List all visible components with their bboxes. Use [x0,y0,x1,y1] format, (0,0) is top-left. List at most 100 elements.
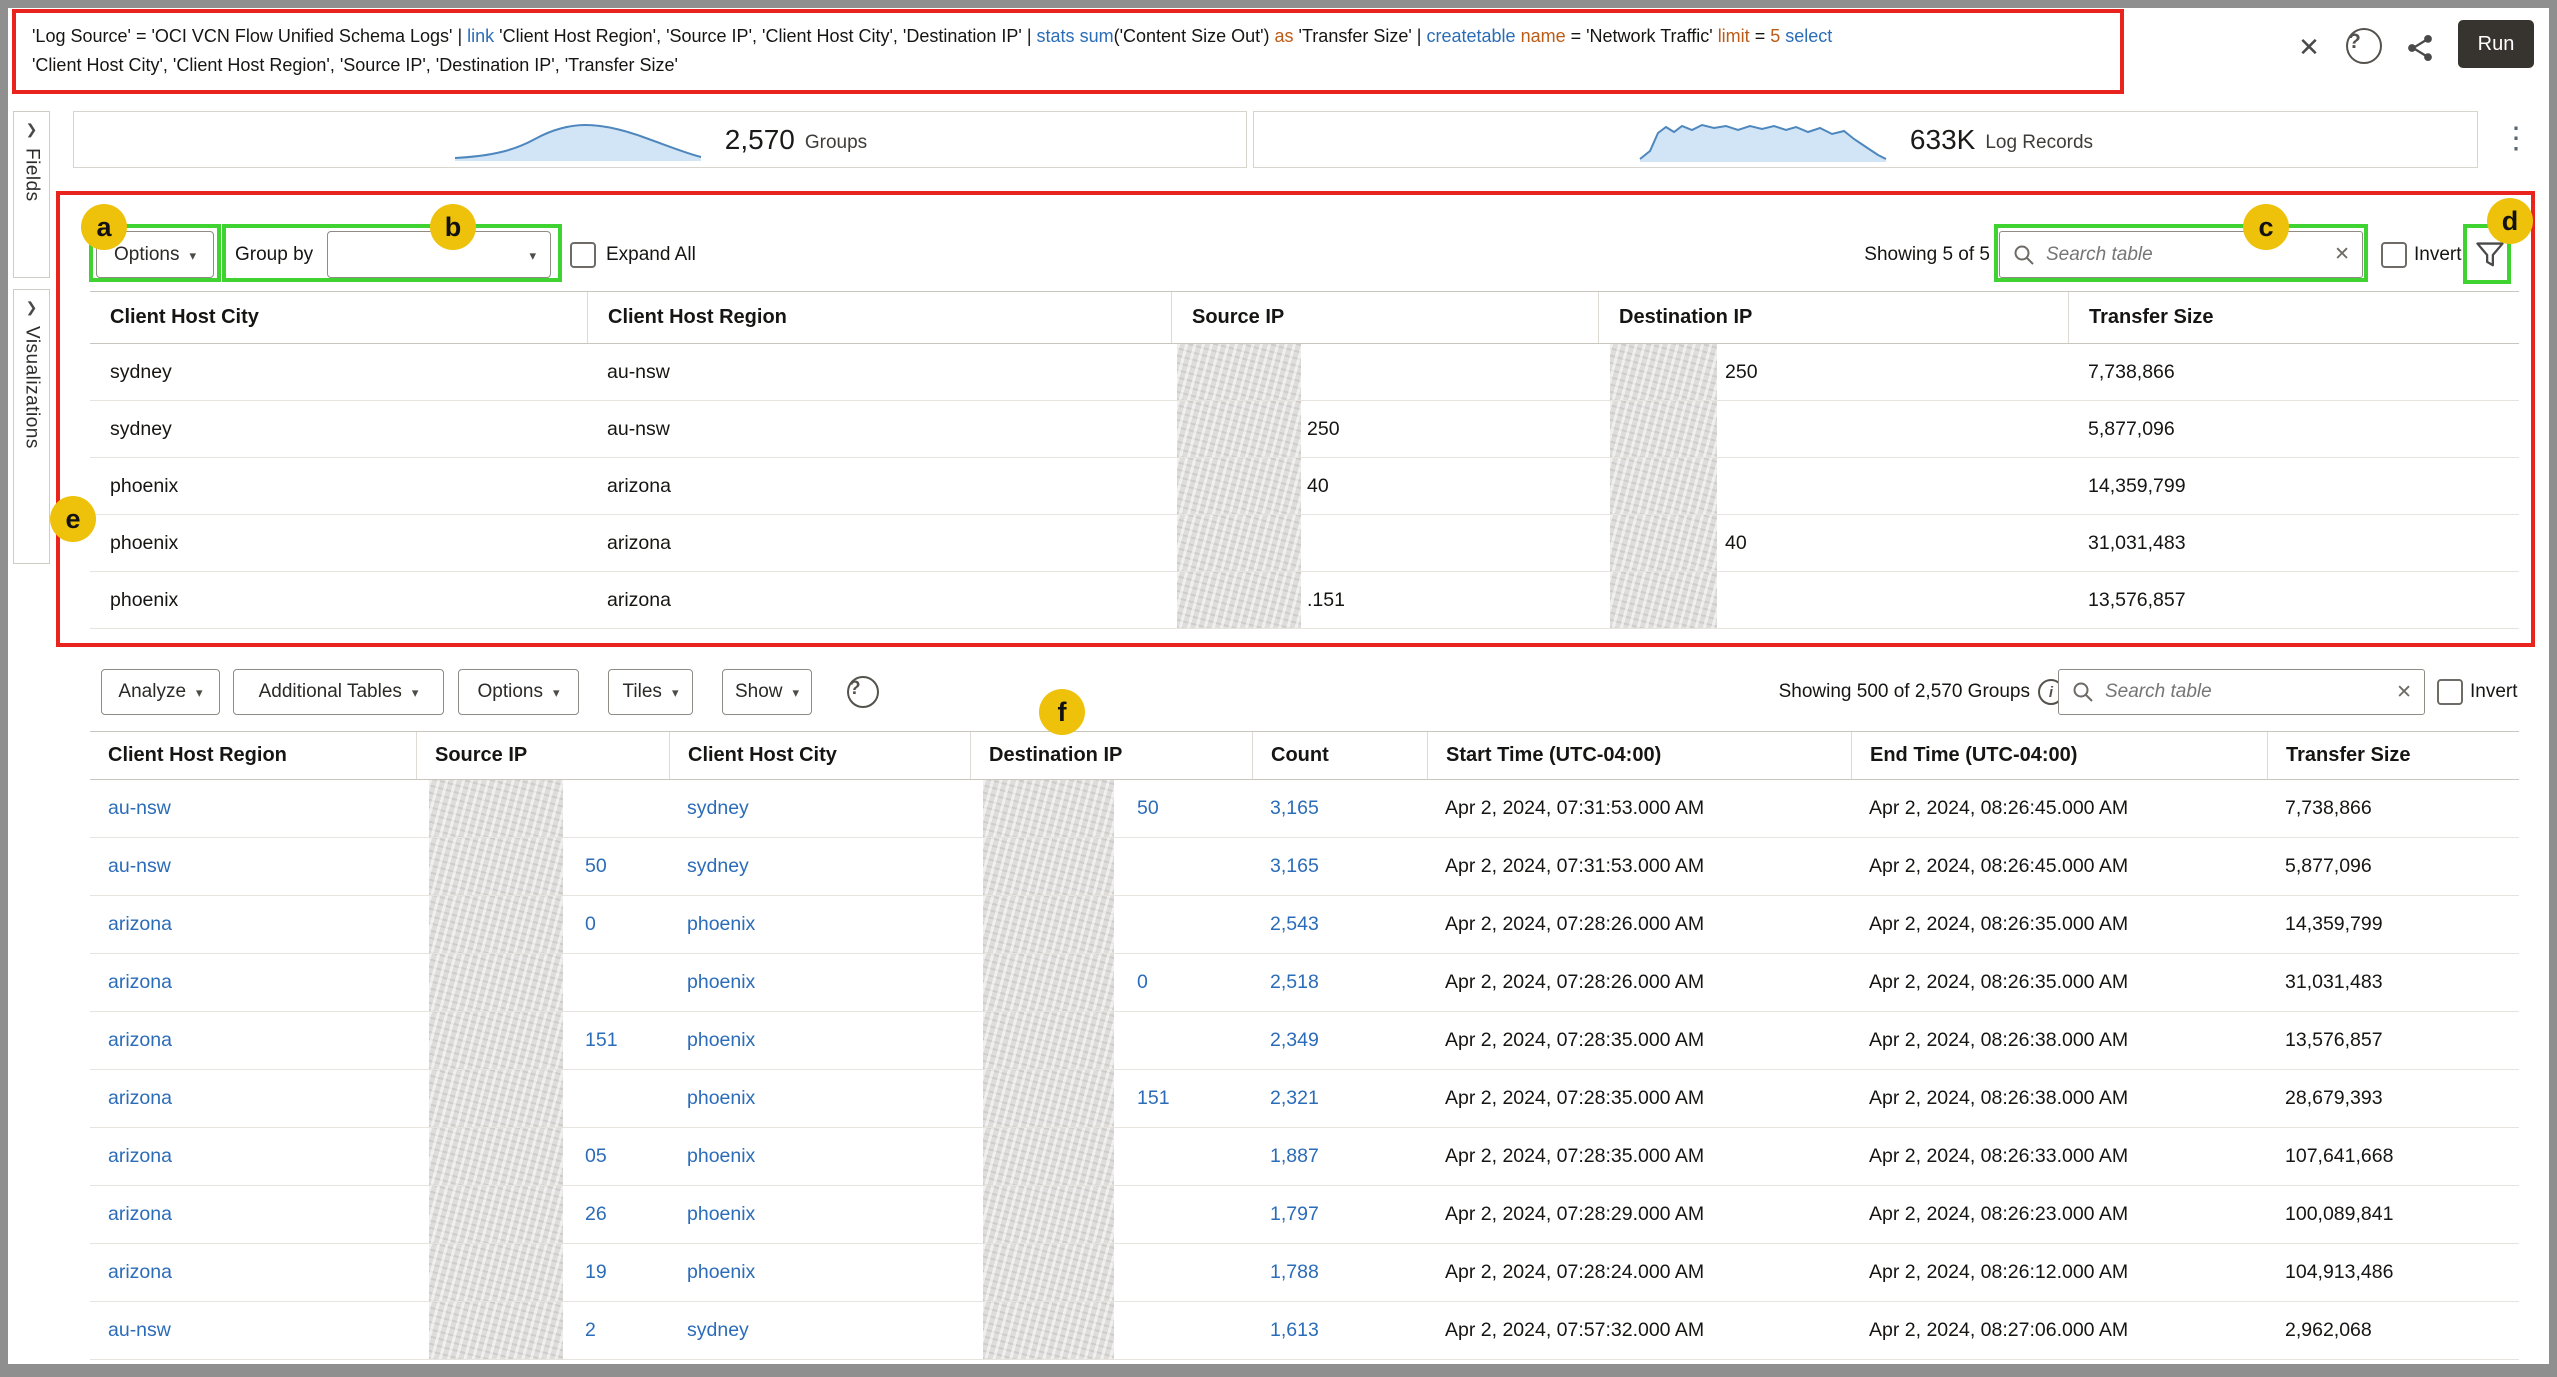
ip-partial-link[interactable]: 50 [1137,797,1159,820]
help-icon[interactable]: ? [2346,28,2382,64]
cell-link[interactable]: 2,321 [1270,1087,1319,1110]
ip-partial-link[interactable]: 19 [585,1261,607,1284]
lower-search-input[interactable] [2105,681,2386,703]
query-input[interactable]: 'Log Source' = 'OCI VCN Flow Unified Sch… [16,13,2120,91]
filter-icon[interactable] [2470,235,2510,275]
cell-link[interactable]: 1,797 [1270,1203,1319,1226]
column-header[interactable]: Transfer Size [2267,732,2519,779]
cell-link[interactable]: arizona [108,1203,172,1226]
table-cell: 40 [1598,515,2068,571]
cell-link[interactable]: phoenix [687,1087,755,1110]
expand-all-checkbox[interactable] [570,242,596,268]
column-header[interactable]: Client Host Region [587,292,1171,343]
lower-invert-checkbox[interactable] [2437,679,2463,705]
column-header[interactable]: Client Host City [90,292,587,343]
cell-link[interactable]: phoenix [687,913,755,936]
cell-link[interactable]: arizona [108,1261,172,1284]
cell-link[interactable]: phoenix [687,1145,755,1168]
close-icon[interactable]: ✕ [2290,28,2328,66]
run-button[interactable]: Run [2458,20,2534,68]
ip-partial-link[interactable]: 151 [585,1029,618,1052]
lower-options-button[interactable]: Options ▾ [458,669,579,715]
column-header[interactable]: Transfer Size [2068,292,2519,343]
cell-link[interactable]: phoenix [687,1029,755,1052]
cell-link[interactable]: au-nsw [108,1319,171,1342]
redacted-value-block [1610,458,1717,514]
analyze-button[interactable]: Analyze ▾ [101,669,220,715]
sidebar-panel-fields[interactable]: ❯ Fields [13,111,50,278]
cell-link[interactable]: 2,349 [1270,1029,1319,1052]
ip-partial-link[interactable]: 151 [1137,1087,1170,1110]
ip-partial-link[interactable]: 2 [585,1319,596,1342]
kebab-menu-icon[interactable]: ⋮ [2498,118,2534,158]
table-row: arizonaphoenix02,518Apr 2, 2024, 07:28:2… [90,954,2519,1012]
cell-link[interactable]: 3,165 [1270,855,1319,878]
clear-search-icon[interactable]: ✕ [2334,243,2350,266]
cell-link[interactable]: 3,165 [1270,797,1319,820]
log-records-summary-tile: 633K Log Records [1253,111,2478,168]
share-icon[interactable] [2402,30,2438,66]
additional-tables-button[interactable]: Additional Tables ▾ [233,669,444,715]
show-button[interactable]: Show ▾ [722,669,812,715]
column-header[interactable]: Client Host City [669,732,970,779]
ip-partial-link[interactable]: 0 [585,913,596,936]
cell-link[interactable]: 2,543 [1270,913,1319,936]
table-cell: sydney [669,838,970,895]
ip-partial-link[interactable]: 50 [585,855,607,878]
ip-partial-link[interactable]: 26 [585,1203,607,1226]
cell-link[interactable]: sydney [687,1319,749,1342]
redacted-value-block [983,1244,1114,1301]
cell-link[interactable]: arizona [108,1029,172,1052]
log-explorer-page: 'Log Source' = 'OCI VCN Flow Unified Sch… [0,0,2557,1377]
cell-link[interactable]: 1,613 [1270,1319,1319,1342]
table-cell: 1,887 [1252,1128,1427,1185]
column-header[interactable]: Start Time (UTC-04:00) [1427,732,1851,779]
table-cell: Apr 2, 2024, 07:28:35.000 AM [1427,1070,1851,1127]
cell-link[interactable]: arizona [108,913,172,936]
clear-search-icon[interactable]: ✕ [2396,681,2412,704]
column-header[interactable]: Source IP [1171,292,1598,343]
cell-text: Apr 2, 2024, 07:28:24.000 AM [1445,1261,1704,1284]
chevron-down-icon: ▾ [672,685,679,701]
help-icon[interactable]: ? [847,676,879,708]
cell-link[interactable]: arizona [108,971,172,994]
cell-link[interactable]: 2,518 [1270,971,1319,994]
redacted-value-block [983,954,1114,1011]
ip-partial-link[interactable]: 0 [1137,971,1148,994]
cell-link[interactable]: phoenix [687,1203,755,1226]
cell-link[interactable]: phoenix [687,971,755,994]
ip-partial-link[interactable]: 05 [585,1145,607,1168]
table-cell: Apr 2, 2024, 08:26:33.000 AM [1851,1128,2267,1185]
tiles-button[interactable]: Tiles ▾ [608,669,693,715]
cell-link[interactable]: phoenix [687,1261,755,1284]
cell-text: Apr 2, 2024, 07:31:53.000 AM [1445,855,1704,878]
cell-text: Apr 2, 2024, 07:28:26.000 AM [1445,913,1704,936]
cell-link[interactable]: sydney [687,797,749,820]
upper-options-button[interactable]: Options ▾ [96,231,214,278]
upper-invert-checkbox[interactable] [2381,242,2407,268]
column-header[interactable]: Destination IP [970,732,1252,779]
cell-link[interactable]: arizona [108,1087,172,1110]
column-header[interactable]: Count [1252,732,1427,779]
query-segment: | [1027,26,1037,46]
table-cell: Apr 2, 2024, 08:26:45.000 AM [1851,780,2267,837]
sidebar-panel-visualizations[interactable]: ❯ Visualizations [13,289,50,564]
cell-link[interactable]: 1,788 [1270,1261,1319,1284]
table-cell: arizona [587,572,1171,628]
column-header[interactable]: Destination IP [1598,292,2068,343]
cell-link[interactable]: sydney [687,855,749,878]
cell-link[interactable]: au-nsw [108,855,171,878]
cell-text: 28,679,393 [2285,1087,2383,1110]
table-cell: 5,877,096 [2068,401,2519,457]
cell-link[interactable]: 1,887 [1270,1145,1319,1168]
query-segment: limit [1718,26,1750,46]
column-header[interactable]: Source IP [416,732,669,779]
column-header[interactable]: Client Host Region [90,732,416,779]
group-by-dropdown[interactable]: ▾ [327,231,551,278]
cell-link[interactable]: arizona [108,1145,172,1168]
column-header[interactable]: End Time (UTC-04:00) [1851,732,2267,779]
table-cell: 100,089,841 [2267,1186,2519,1243]
redacted-value-block [1177,515,1301,571]
cell-link[interactable]: au-nsw [108,797,171,820]
upper-search-input[interactable] [2046,244,2324,266]
